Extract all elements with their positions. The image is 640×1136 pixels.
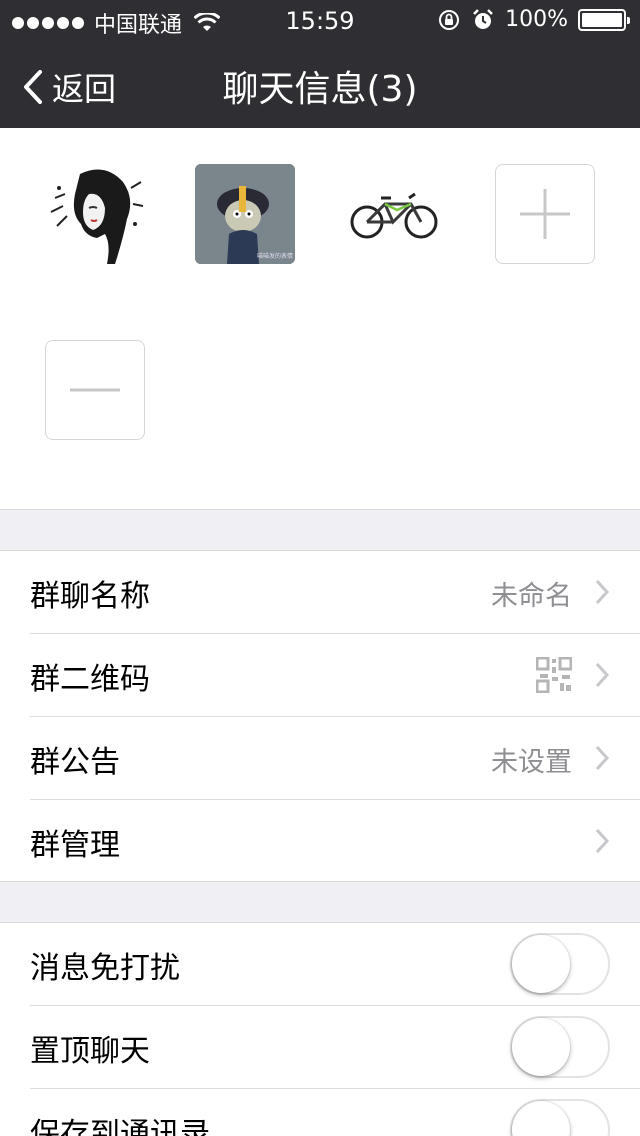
group-announcement-row[interactable]: 群公告 未设置 [0, 717, 640, 799]
alarm-icon [473, 8, 493, 29]
mute-notifications-toggle[interactable] [510, 933, 610, 995]
member-avatar-1[interactable] [45, 164, 145, 264]
group-name-value: 未命名 [491, 581, 572, 612]
rotation-lock-icon [439, 9, 460, 30]
group-management-row[interactable]: 群管理 [0, 800, 640, 882]
girl-sketch-avatar [50, 169, 144, 264]
member-grid: 喵喵发的表情 [0, 128, 640, 510]
group-qr-code-row[interactable]: 群二维码 [0, 634, 640, 716]
battery-icon [578, 8, 630, 31]
chevron-right-icon [595, 745, 610, 771]
group-name-row[interactable]: 群聊名称 未命名 [0, 551, 640, 633]
plus-icon [520, 189, 570, 239]
minus-icon [70, 388, 120, 392]
toggle-knob [512, 935, 570, 993]
header: 中国联通 15:59 100% 返回 聊天信息(3) [0, 0, 640, 128]
status-bar: 中国联通 15:59 100% [0, 0, 640, 40]
mute-notifications-label: 消息免打扰 [30, 951, 180, 986]
chevron-right-icon [595, 579, 610, 605]
group-settings-section: 群聊名称 未命名 群二维码 群公告 未设置 群管理 [0, 550, 640, 882]
pin-chat-row: 置顶聊天 [0, 1006, 640, 1088]
member-avatar-2[interactable]: 喵喵发的表情 [195, 164, 295, 264]
avatar-caption: 喵喵发的表情 [257, 252, 293, 260]
cartoon-zombie-avatar: 喵喵发的表情 [195, 164, 295, 264]
group-qr-code-label: 群二维码 [30, 662, 150, 697]
page-title: 聊天信息(3) [222, 69, 418, 110]
mute-notifications-row: 消息免打扰 [0, 923, 640, 1005]
bicycle-avatar [350, 192, 438, 239]
navigation-bar: 返回 聊天信息(3) [0, 40, 640, 128]
battery-percentage: 100% [505, 7, 568, 32]
save-to-contacts-toggle[interactable] [510, 1099, 610, 1136]
chevron-right-icon [595, 662, 610, 688]
group-announcement-value: 未设置 [491, 747, 572, 778]
remove-member-button[interactable] [45, 340, 145, 440]
chevron-right-icon [595, 828, 610, 854]
toggle-knob [512, 1018, 570, 1076]
save-to-contacts-row: 保存到通讯录 [0, 1089, 640, 1136]
toggle-knob [512, 1101, 570, 1136]
add-member-button[interactable] [495, 164, 595, 264]
save-to-contacts-label: 保存到通讯录 [30, 1117, 210, 1136]
group-name-label: 群聊名称 [30, 579, 150, 614]
group-management-label: 群管理 [30, 828, 120, 863]
qr-code-icon [536, 657, 572, 693]
chat-toggles-section: 消息免打扰 置顶聊天 保存到通讯录 [0, 922, 640, 1136]
group-announcement-label: 群公告 [30, 745, 120, 780]
battery-level-fill [582, 12, 622, 27]
member-avatar-3[interactable] [345, 164, 445, 264]
pin-chat-label: 置顶聊天 [30, 1034, 150, 1069]
pin-chat-toggle[interactable] [510, 1016, 610, 1078]
